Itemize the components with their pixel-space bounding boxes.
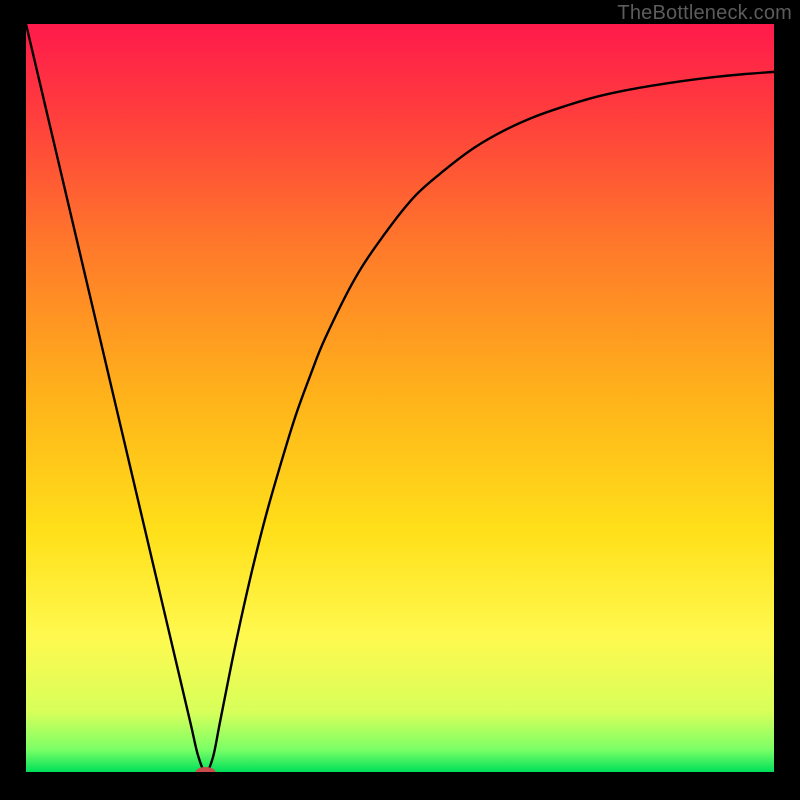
chart-background [26,24,774,772]
watermark-text: TheBottleneck.com [617,2,792,25]
chart-frame: TheBottleneck.com [0,0,800,800]
chart-plot [26,24,774,772]
